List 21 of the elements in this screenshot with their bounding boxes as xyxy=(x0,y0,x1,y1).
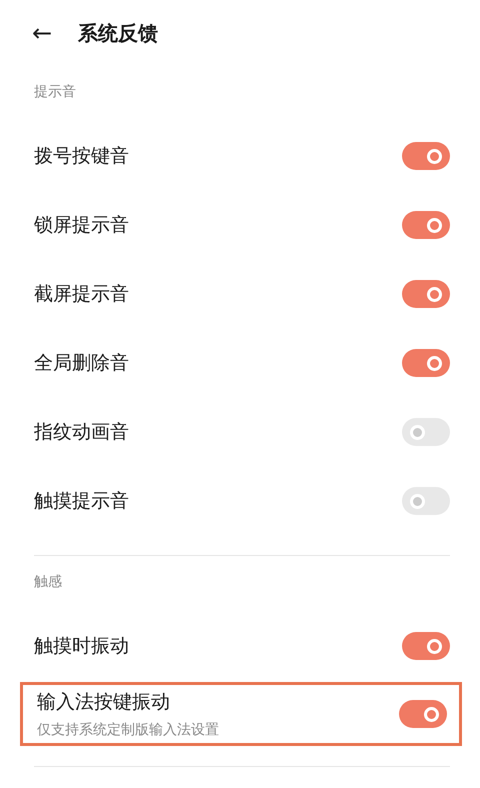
toggle-switch[interactable] xyxy=(399,700,447,728)
toggle-switch[interactable] xyxy=(402,210,450,238)
toggle-switch[interactable] xyxy=(402,418,450,446)
section-title: 提示音 xyxy=(34,83,77,102)
setting-label: 全局删除音 xyxy=(34,350,129,376)
setting-label: 触摸提示音 xyxy=(34,488,129,514)
toggle-switch[interactable] xyxy=(402,280,450,308)
setting-label: 拨号按键音 xyxy=(34,144,129,168)
setting-label: 触摸时振动 xyxy=(34,634,129,658)
section-title: 触感 xyxy=(34,573,63,592)
back-button[interactable]: ← xyxy=(28,19,56,47)
toggle-switch[interactable] xyxy=(402,632,450,660)
setting-description: 仅支持系统定制版输入法设置 xyxy=(37,721,219,739)
setting-label: 输入法按键振动 xyxy=(37,690,171,715)
toggle-switch[interactable] xyxy=(402,348,450,376)
toggle-switch[interactable] xyxy=(402,486,450,514)
setting-label: 截屏提示音 xyxy=(34,282,129,306)
toggle-switch[interactable] xyxy=(402,142,450,170)
setting-label: 指纹动画音 xyxy=(34,420,129,444)
page-title: 系统反馈 xyxy=(78,20,158,46)
setting-label: 锁屏提示音 xyxy=(34,212,129,238)
